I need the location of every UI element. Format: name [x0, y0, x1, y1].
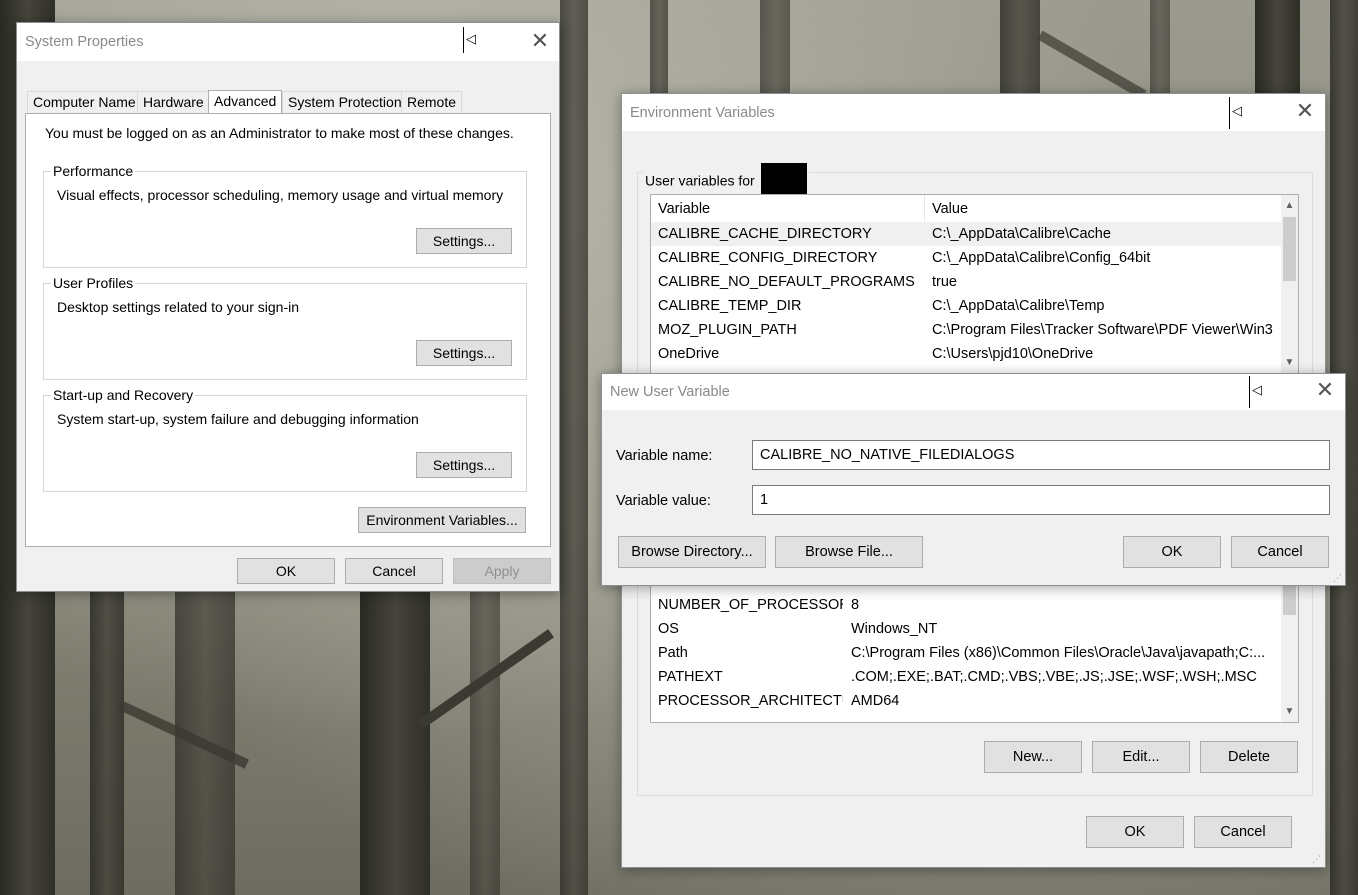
table-row[interactable]: PATHEXT .COM;.EXE;.BAT;.CMD;.VBS;.VBE;.J… — [651, 665, 1281, 689]
table-row[interactable]: NUMBER_OF_PROCESSORS 8 — [651, 593, 1281, 617]
variable-name-field[interactable]: CALIBRE_NO_NATIVE_FILEDIALOGS — [752, 440, 1330, 470]
new-user-variable-window: New User Variable ◁ ✕ Variable name: CAL… — [601, 373, 1346, 586]
vertical-scrollbar[interactable]: ▲ ▼ — [1281, 195, 1298, 373]
browse-directory-button[interactable]: Browse Directory... — [618, 536, 766, 568]
title-bar[interactable]: System Properties ◁ ✕ — [17, 23, 559, 61]
user-profiles-settings-button[interactable]: Settings... — [416, 340, 512, 366]
cancel-button[interactable]: Cancel — [345, 558, 443, 584]
table-row[interactable]: OneDrive C:\Users\pjd10\OneDrive — [651, 342, 1281, 366]
browse-file-button[interactable]: Browse File... — [775, 536, 923, 568]
cancel-button[interactable]: Cancel — [1194, 816, 1292, 848]
user-variables-list[interactable]: Variable Value CALIBRE_CACHE_DIRECTORY C… — [650, 194, 1299, 374]
performance-desc: Visual effects, processor scheduling, me… — [57, 187, 504, 203]
scroll-down-icon[interactable]: ▼ — [1281, 354, 1298, 371]
performance-group: Performance Visual effects, processor sc… — [43, 163, 527, 268]
table-row[interactable]: OS Windows_NT — [651, 617, 1281, 641]
scroll-thumb[interactable] — [1283, 217, 1296, 281]
ok-button[interactable]: OK — [1086, 816, 1184, 848]
resize-grip-icon[interactable]: ⋰ — [1333, 573, 1343, 583]
edit-button[interactable]: Edit... — [1092, 741, 1190, 773]
tab-hardware[interactable]: Hardware — [137, 91, 210, 113]
text-cursor-icon — [1249, 376, 1250, 408]
title-bar[interactable]: New User Variable ◁ ✕ — [602, 374, 1345, 410]
vertical-scrollbar[interactable]: ▼ — [1281, 575, 1298, 722]
user-profiles-desc: Desktop settings related to your sign-in — [57, 299, 300, 315]
value-column-header[interactable]: Value — [932, 201, 968, 217]
cursor-arrow-icon: ◁ — [1252, 382, 1262, 397]
user-profiles-title: User Profiles — [51, 275, 136, 291]
list-header: Variable Value — [651, 195, 1281, 221]
resize-grip-icon[interactable]: ⋰ — [1312, 854, 1322, 864]
admin-note: You must be logged on as an Administrato… — [45, 125, 514, 141]
table-row[interactable]: Path C:\Program Files (x86)\Common Files… — [651, 641, 1281, 665]
table-row[interactable]: PROCESSOR_ARCHITECTU... AMD64 — [651, 689, 1281, 713]
text-cursor-icon — [463, 27, 464, 53]
system-variables-list[interactable]: NUMBER_OF_PROCESSORS 8 OS Windows_NT Pat… — [650, 574, 1299, 723]
apply-button[interactable]: Apply — [453, 558, 551, 584]
startup-recovery-settings-button[interactable]: Settings... — [416, 452, 512, 478]
advanced-tab-panel: You must be logged on as an Administrato… — [25, 113, 551, 547]
close-icon[interactable]: ✕ — [528, 30, 552, 54]
close-icon[interactable]: ✕ — [1293, 100, 1317, 124]
environment-variables-button[interactable]: Environment Variables... — [358, 507, 526, 533]
table-row[interactable]: CALIBRE_NO_DEFAULT_PROGRAMS true — [651, 270, 1281, 294]
window-title: New User Variable — [610, 384, 730, 400]
cursor-arrow-icon: ◁ — [466, 31, 476, 46]
table-row[interactable]: MOZ_PLUGIN_PATH C:\Program Files\Tracker… — [651, 318, 1281, 342]
variable-name-label: Variable name: — [616, 448, 713, 464]
scroll-down-icon[interactable]: ▼ — [1281, 703, 1298, 720]
variable-column-header[interactable]: Variable — [658, 201, 710, 217]
new-button[interactable]: New... — [984, 741, 1082, 773]
system-properties-window: System Properties ◁ ✕ Computer Name Hard… — [16, 22, 560, 592]
tab-advanced[interactable]: Advanced — [208, 90, 283, 114]
ok-button[interactable]: OK — [1123, 536, 1221, 568]
title-bar[interactable]: Environment Variables ◁ ✕ — [622, 94, 1325, 131]
cursor-arrow-icon: ◁ — [1232, 103, 1242, 118]
variable-value-label: Variable value: — [616, 493, 711, 509]
delete-button[interactable]: Delete — [1200, 741, 1298, 773]
window-title: Environment Variables — [630, 105, 775, 121]
table-row[interactable]: CALIBRE_TEMP_DIR C:\_AppData\Calibre\Tem… — [651, 294, 1281, 318]
table-row[interactable]: CALIBRE_CACHE_DIRECTORY C:\_AppData\Cali… — [651, 222, 1281, 246]
table-row[interactable]: CALIBRE_CONFIG_DIRECTORY C:\_AppData\Cal… — [651, 246, 1281, 270]
ok-button[interactable]: OK — [237, 558, 335, 584]
startup-recovery-title: Start-up and Recovery — [51, 387, 196, 403]
variable-value-field[interactable]: 1 — [752, 485, 1330, 515]
performance-title: Performance — [51, 163, 136, 179]
close-icon[interactable]: ✕ — [1313, 379, 1337, 403]
user-profiles-group: User Profiles Desktop settings related t… — [43, 275, 527, 380]
tab-computer-name[interactable]: Computer Name — [27, 91, 142, 113]
performance-settings-button[interactable]: Settings... — [416, 228, 512, 254]
cancel-button[interactable]: Cancel — [1231, 536, 1329, 568]
tab-remote[interactable]: Remote — [401, 91, 463, 113]
scroll-up-icon[interactable]: ▲ — [1281, 197, 1298, 214]
tab-system-protection[interactable]: System Protection — [282, 91, 408, 113]
text-cursor-icon — [1229, 97, 1230, 129]
startup-recovery-group: Start-up and Recovery System start-up, s… — [43, 387, 527, 492]
window-title: System Properties — [25, 34, 144, 50]
startup-recovery-desc: System start-up, system failure and debu… — [57, 411, 419, 427]
